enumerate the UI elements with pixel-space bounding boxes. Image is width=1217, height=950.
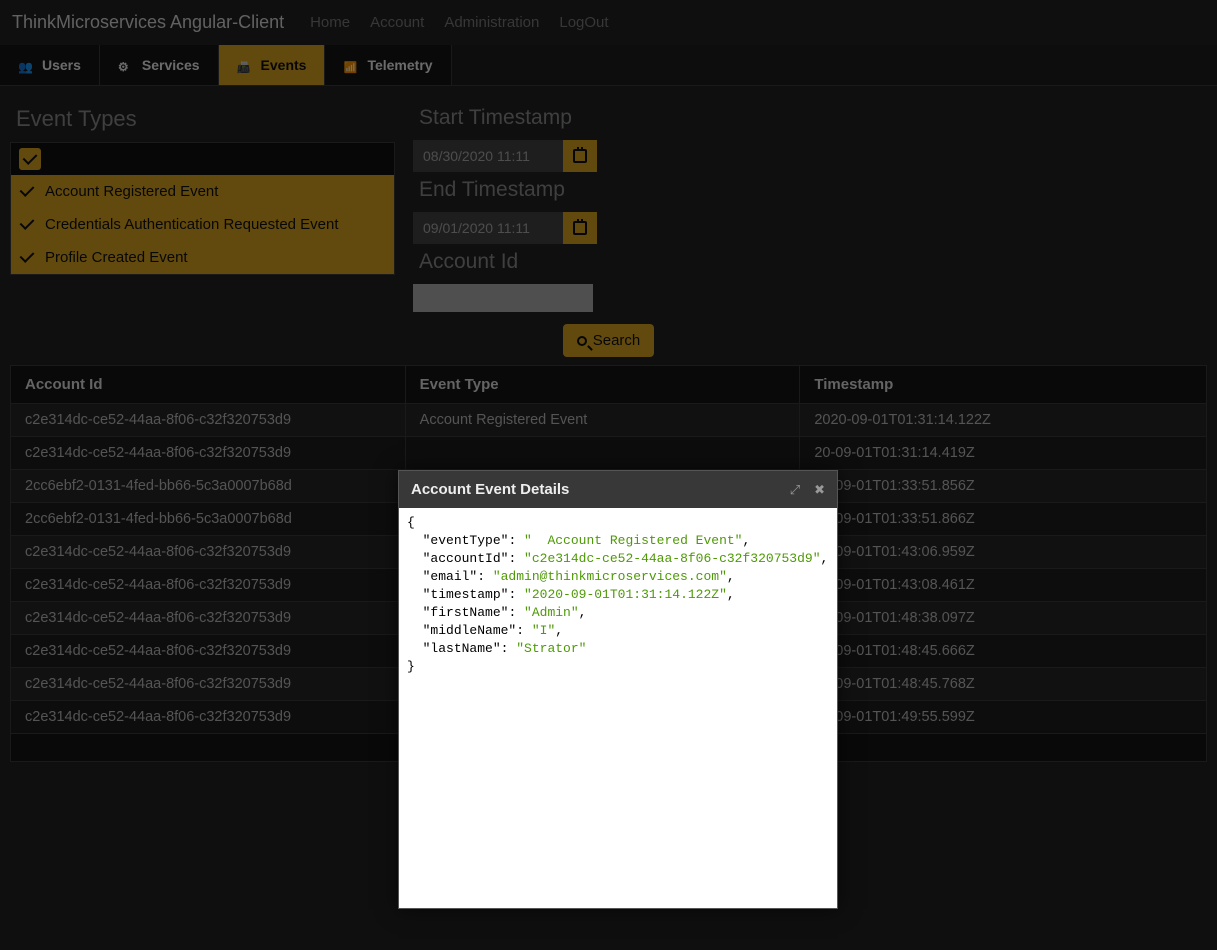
modal-maximize-icon[interactable]: ⤢ <box>790 482 800 498</box>
event-details-modal: Account Event Details ⤢ ✖ { "eventType":… <box>398 470 838 909</box>
modal-close-icon[interactable]: ✖ <box>814 482 825 498</box>
modal-json-body[interactable]: { "eventType": " Account Registered Even… <box>399 508 837 908</box>
modal-title: Account Event Details <box>411 481 790 498</box>
